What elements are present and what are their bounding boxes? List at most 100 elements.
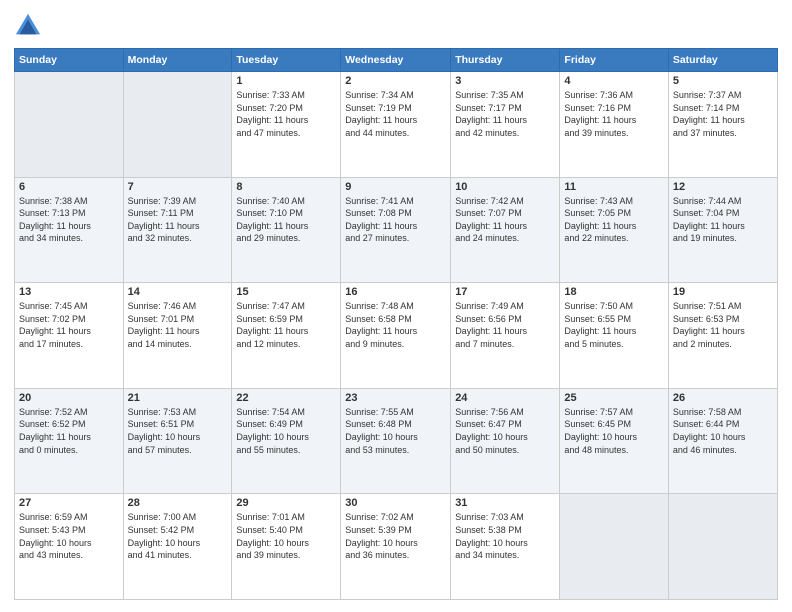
day-number: 9 bbox=[345, 181, 446, 193]
day-cell bbox=[668, 494, 777, 600]
day-number: 27 bbox=[19, 497, 119, 509]
header-cell-monday: Monday bbox=[123, 49, 232, 72]
day-info: Sunrise: 7:33 AM Sunset: 7:20 PM Dayligh… bbox=[236, 89, 336, 139]
day-number: 21 bbox=[128, 392, 228, 404]
day-cell: 20 Sunrise: 7:52 AM Sunset: 6:52 PM Dayli… bbox=[15, 388, 124, 494]
day-number: 24 bbox=[455, 392, 555, 404]
day-number: 29 bbox=[236, 497, 336, 509]
header-cell-saturday: Saturday bbox=[668, 49, 777, 72]
header-cell-sunday: Sunday bbox=[15, 49, 124, 72]
week-row-1: 1 Sunrise: 7:33 AM Sunset: 7:20 PM Daylig… bbox=[15, 72, 778, 178]
day-info: Sunrise: 7:38 AM Sunset: 7:13 PM Dayligh… bbox=[19, 195, 119, 245]
day-cell bbox=[560, 494, 668, 600]
day-info: Sunrise: 7:42 AM Sunset: 7:07 PM Dayligh… bbox=[455, 195, 555, 245]
day-number: 13 bbox=[19, 286, 119, 298]
day-info: Sunrise: 7:52 AM Sunset: 6:52 PM Dayligh… bbox=[19, 406, 119, 456]
week-row-5: 27 Sunrise: 6:59 AM Sunset: 5:43 PM Dayli… bbox=[15, 494, 778, 600]
day-number: 4 bbox=[564, 75, 663, 87]
week-row-4: 20 Sunrise: 7:52 AM Sunset: 6:52 PM Dayli… bbox=[15, 388, 778, 494]
day-number: 17 bbox=[455, 286, 555, 298]
day-info: Sunrise: 7:36 AM Sunset: 7:16 PM Dayligh… bbox=[564, 89, 663, 139]
day-cell: 29 Sunrise: 7:01 AM Sunset: 5:40 PM Dayli… bbox=[232, 494, 341, 600]
day-number: 18 bbox=[564, 286, 663, 298]
day-number: 22 bbox=[236, 392, 336, 404]
day-info: Sunrise: 7:45 AM Sunset: 7:02 PM Dayligh… bbox=[19, 300, 119, 350]
day-cell: 9 Sunrise: 7:41 AM Sunset: 7:08 PM Daylig… bbox=[341, 177, 451, 283]
day-info: Sunrise: 7:47 AM Sunset: 6:59 PM Dayligh… bbox=[236, 300, 336, 350]
day-number: 19 bbox=[673, 286, 773, 298]
day-cell: 22Sunrise: 7:54 AM Sunset: 6:49 PM Dayli… bbox=[232, 388, 341, 494]
day-info: Sunrise: 7:58 AM Sunset: 6:44 PM Dayligh… bbox=[673, 406, 773, 456]
day-number: 10 bbox=[455, 181, 555, 193]
day-cell: 7Sunrise: 7:39 AM Sunset: 7:11 PM Daylig… bbox=[123, 177, 232, 283]
day-info: Sunrise: 7:46 AM Sunset: 7:01 PM Dayligh… bbox=[128, 300, 228, 350]
calendar-body: 1 Sunrise: 7:33 AM Sunset: 7:20 PM Daylig… bbox=[15, 72, 778, 600]
day-cell: 25Sunrise: 7:57 AM Sunset: 6:45 PM Dayli… bbox=[560, 388, 668, 494]
day-info: Sunrise: 7:39 AM Sunset: 7:11 PM Dayligh… bbox=[128, 195, 228, 245]
day-cell: 14 Sunrise: 7:46 AM Sunset: 7:01 PM Dayli… bbox=[123, 283, 232, 389]
day-info: Sunrise: 7:49 AM Sunset: 6:56 PM Dayligh… bbox=[455, 300, 555, 350]
week-row-2: 6 Sunrise: 7:38 AM Sunset: 7:13 PM Daylig… bbox=[15, 177, 778, 283]
day-info: Sunrise: 7:40 AM Sunset: 7:10 PM Dayligh… bbox=[236, 195, 336, 245]
day-info: Sunrise: 7:02 AM Sunset: 5:39 PM Dayligh… bbox=[345, 511, 446, 561]
day-cell: 21 Sunrise: 7:53 AM Sunset: 6:51 PM Dayli… bbox=[123, 388, 232, 494]
day-number: 30 bbox=[345, 497, 446, 509]
header-cell-tuesday: Tuesday bbox=[232, 49, 341, 72]
day-info: Sunrise: 6:59 AM Sunset: 5:43 PM Dayligh… bbox=[19, 511, 119, 561]
day-number: 16 bbox=[345, 286, 446, 298]
day-cell: 12Sunrise: 7:44 AM Sunset: 7:04 PM Dayli… bbox=[668, 177, 777, 283]
day-number: 20 bbox=[19, 392, 119, 404]
day-info: Sunrise: 7:35 AM Sunset: 7:17 PM Dayligh… bbox=[455, 89, 555, 139]
day-cell: 4 Sunrise: 7:36 AM Sunset: 7:16 PM Daylig… bbox=[560, 72, 668, 178]
logo-icon bbox=[14, 12, 42, 40]
day-cell: 15Sunrise: 7:47 AM Sunset: 6:59 PM Dayli… bbox=[232, 283, 341, 389]
day-cell: 8Sunrise: 7:40 AM Sunset: 7:10 PM Daylig… bbox=[232, 177, 341, 283]
calendar-header: SundayMondayTuesdayWednesdayThursdayFrid… bbox=[15, 49, 778, 72]
day-info: Sunrise: 7:34 AM Sunset: 7:19 PM Dayligh… bbox=[345, 89, 446, 139]
week-row-3: 13 Sunrise: 7:45 AM Sunset: 7:02 PM Dayli… bbox=[15, 283, 778, 389]
day-info: Sunrise: 7:44 AM Sunset: 7:04 PM Dayligh… bbox=[673, 195, 773, 245]
day-cell: 31 Sunrise: 7:03 AM Sunset: 5:38 PM Dayli… bbox=[451, 494, 560, 600]
day-cell: 1 Sunrise: 7:33 AM Sunset: 7:20 PM Daylig… bbox=[232, 72, 341, 178]
header-row: SundayMondayTuesdayWednesdayThursdayFrid… bbox=[15, 49, 778, 72]
day-info: Sunrise: 7:43 AM Sunset: 7:05 PM Dayligh… bbox=[564, 195, 663, 245]
day-cell: 24Sunrise: 7:56 AM Sunset: 6:47 PM Dayli… bbox=[451, 388, 560, 494]
day-info: Sunrise: 7:00 AM Sunset: 5:42 PM Dayligh… bbox=[128, 511, 228, 561]
header-cell-wednesday: Wednesday bbox=[341, 49, 451, 72]
day-cell: 3 Sunrise: 7:35 AM Sunset: 7:17 PM Daylig… bbox=[451, 72, 560, 178]
page: SundayMondayTuesdayWednesdayThursdayFrid… bbox=[0, 0, 792, 612]
day-cell: 5 Sunrise: 7:37 AM Sunset: 7:14 PM Daylig… bbox=[668, 72, 777, 178]
calendar-table: SundayMondayTuesdayWednesdayThursdayFrid… bbox=[14, 48, 778, 600]
day-number: 31 bbox=[455, 497, 555, 509]
day-number: 1 bbox=[236, 75, 336, 87]
day-cell: 6 Sunrise: 7:38 AM Sunset: 7:13 PM Daylig… bbox=[15, 177, 124, 283]
day-info: Sunrise: 7:53 AM Sunset: 6:51 PM Dayligh… bbox=[128, 406, 228, 456]
day-info: Sunrise: 7:37 AM Sunset: 7:14 PM Dayligh… bbox=[673, 89, 773, 139]
day-cell: 17 Sunrise: 7:49 AM Sunset: 6:56 PM Dayli… bbox=[451, 283, 560, 389]
day-info: Sunrise: 7:55 AM Sunset: 6:48 PM Dayligh… bbox=[345, 406, 446, 456]
day-cell: 27 Sunrise: 6:59 AM Sunset: 5:43 PM Dayli… bbox=[15, 494, 124, 600]
day-cell bbox=[123, 72, 232, 178]
day-info: Sunrise: 7:41 AM Sunset: 7:08 PM Dayligh… bbox=[345, 195, 446, 245]
day-cell: 28 Sunrise: 7:00 AM Sunset: 5:42 PM Dayli… bbox=[123, 494, 232, 600]
day-number: 14 bbox=[128, 286, 228, 298]
day-number: 3 bbox=[455, 75, 555, 87]
day-number: 11 bbox=[564, 181, 663, 193]
day-info: Sunrise: 7:57 AM Sunset: 6:45 PM Dayligh… bbox=[564, 406, 663, 456]
day-info: Sunrise: 7:50 AM Sunset: 6:55 PM Dayligh… bbox=[564, 300, 663, 350]
day-info: Sunrise: 7:01 AM Sunset: 5:40 PM Dayligh… bbox=[236, 511, 336, 561]
header-cell-friday: Friday bbox=[560, 49, 668, 72]
day-number: 5 bbox=[673, 75, 773, 87]
day-cell: 11 Sunrise: 7:43 AM Sunset: 7:05 PM Dayli… bbox=[560, 177, 668, 283]
day-number: 6 bbox=[19, 181, 119, 193]
day-cell: 10 Sunrise: 7:42 AM Sunset: 7:07 PM Dayli… bbox=[451, 177, 560, 283]
day-info: Sunrise: 7:51 AM Sunset: 6:53 PM Dayligh… bbox=[673, 300, 773, 350]
day-cell bbox=[15, 72, 124, 178]
day-number: 28 bbox=[128, 497, 228, 509]
day-cell: 18 Sunrise: 7:50 AM Sunset: 6:55 PM Dayli… bbox=[560, 283, 668, 389]
logo bbox=[14, 12, 46, 40]
day-cell: 13 Sunrise: 7:45 AM Sunset: 7:02 PM Dayli… bbox=[15, 283, 124, 389]
day-info: Sunrise: 7:03 AM Sunset: 5:38 PM Dayligh… bbox=[455, 511, 555, 561]
header-cell-thursday: Thursday bbox=[451, 49, 560, 72]
day-number: 26 bbox=[673, 392, 773, 404]
